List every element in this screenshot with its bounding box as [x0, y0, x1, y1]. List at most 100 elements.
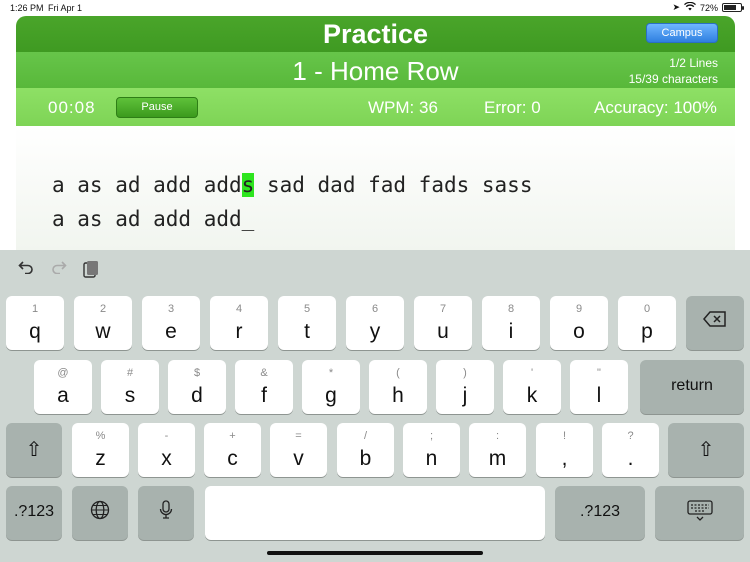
key-x[interactable]: -x [138, 423, 195, 477]
key-label: u [437, 320, 449, 343]
key-a[interactable]: @ a [34, 360, 92, 414]
key-hint: $ [193, 367, 201, 379]
return-key[interactable]: return [640, 360, 744, 414]
typing-area[interactable]: a as ad add adds sad dad fad fads sass a… [16, 126, 735, 250]
battery-icon [722, 3, 744, 12]
key-u[interactable]: 7u [414, 296, 472, 350]
battery-percent: 72% [699, 2, 718, 13]
current-character: s [241, 173, 255, 197]
key-hint: - [164, 430, 169, 442]
key-hint: 9 [575, 303, 583, 315]
key-s[interactable]: # s [101, 360, 159, 414]
key-hint: ' [530, 367, 534, 379]
key-z[interactable]: % z [72, 423, 129, 477]
lesson-title: 1 - Home Row [292, 56, 459, 86]
key-d[interactable]: $ d [168, 360, 226, 414]
key-hint: 2 [99, 303, 107, 315]
key-hint: = [295, 430, 302, 442]
paste-icon[interactable] [82, 260, 100, 278]
key-label: f [261, 384, 267, 407]
key-c[interactable]: + c [204, 423, 261, 477]
keyboard-dismiss-icon [655, 500, 744, 528]
key-label: , [561, 447, 568, 470]
characters-progress: 15/39 characters [628, 72, 718, 86]
key-v[interactable]: = v [270, 423, 327, 477]
key-label: b [359, 447, 372, 470]
key-t[interactable]: 5t [278, 296, 336, 350]
key-label: x [161, 447, 172, 470]
home-indicator[interactable] [267, 551, 483, 555]
key-hint: " [597, 367, 601, 379]
globe-key[interactable] [72, 486, 128, 540]
key-hint: # [126, 367, 134, 379]
space-key[interactable] [205, 486, 545, 540]
on-screen-keyboard: 1q2w3e4r5t6y7u8i9o0p @ a # s $ d & f * g(h) j ' k " l … [0, 250, 750, 562]
key-k[interactable]: ' k [503, 360, 561, 414]
key-p[interactable]: 0p [618, 296, 676, 350]
key-comma[interactable]: !, [536, 423, 593, 477]
key-h[interactable]: (h [369, 360, 427, 414]
key-hint: 5 [303, 303, 311, 315]
key-label: i [508, 320, 514, 343]
location-icon: ➤ [672, 2, 680, 12]
key-hint: * [328, 367, 334, 379]
key-w[interactable]: 2w [74, 296, 132, 350]
shift-left-key[interactable]: ⇧ [6, 423, 62, 477]
key-r[interactable]: 4r [210, 296, 268, 350]
key-i[interactable]: 8i [482, 296, 540, 350]
key-hint: & [260, 367, 268, 379]
return-label: return [671, 377, 713, 394]
numbers-key-right[interactable]: .?123 [555, 486, 645, 540]
backspace-icon [686, 310, 744, 334]
shift-icon: ⇧ [25, 439, 43, 461]
key-hint: 4 [235, 303, 243, 315]
key-hint: / [363, 430, 368, 442]
key-label: d [191, 384, 203, 407]
key-label: e [165, 320, 177, 343]
key-y[interactable]: 6y [346, 296, 404, 350]
status-time: 1:26 PM [10, 3, 44, 13]
key-label: o [573, 320, 585, 343]
delete-key[interactable] [686, 296, 744, 350]
shift-icon: ⇧ [697, 439, 715, 461]
hide-keyboard-key[interactable] [655, 486, 744, 540]
key-hint: @ [57, 367, 69, 379]
key-j[interactable]: ) j [436, 360, 494, 414]
key-o[interactable]: 9o [550, 296, 608, 350]
key-hint: ? [627, 430, 634, 442]
key-label: g [325, 384, 337, 407]
redo-icon[interactable] [50, 260, 68, 278]
key-label: q [29, 320, 41, 343]
key-n[interactable]: ; n [403, 423, 460, 477]
key-label: k [526, 384, 538, 407]
key-q[interactable]: 1q [6, 296, 64, 350]
wifi-icon [684, 1, 696, 13]
campus-button[interactable]: Campus [646, 23, 718, 43]
key-l[interactable]: " l [570, 360, 628, 414]
key-f[interactable]: & f [235, 360, 293, 414]
key-e[interactable]: 3e [142, 296, 200, 350]
key-label: w [95, 320, 111, 343]
pause-button[interactable]: Pause [116, 97, 198, 118]
shift-right-key[interactable]: ⇧ [668, 423, 744, 477]
key-label: s [124, 384, 136, 407]
undo-icon[interactable] [17, 260, 35, 278]
key-m[interactable]: :m [469, 423, 526, 477]
page-title: Practice [322, 19, 429, 49]
stats-bar: 00:08 Pause WPM: 36 Error: 0 Accuracy: 1… [16, 88, 735, 126]
key-g[interactable]: * g [302, 360, 360, 414]
key-label: c [227, 447, 238, 470]
key-hint: 0 [643, 303, 651, 315]
key-hint: 8 [507, 303, 515, 315]
numbers-key-left[interactable]: .?123 [6, 486, 62, 540]
key-b[interactable]: / b [337, 423, 394, 477]
practice-window: Practice Campus 1 - Home Row 1/2 Lines 1… [16, 16, 735, 250]
key-hint: ! [562, 430, 567, 442]
key-hint: ( [396, 367, 400, 379]
dictation-key[interactable] [138, 486, 194, 540]
key-hint: 3 [167, 303, 175, 315]
target-text-remaining: sad dad fad fads sass [254, 173, 533, 197]
key-period[interactable]: ?. [602, 423, 659, 477]
accuracy-stat: Accuracy: 100% [594, 98, 717, 117]
lesson-bar: 1 - Home Row 1/2 Lines 15/39 characters [16, 52, 735, 88]
